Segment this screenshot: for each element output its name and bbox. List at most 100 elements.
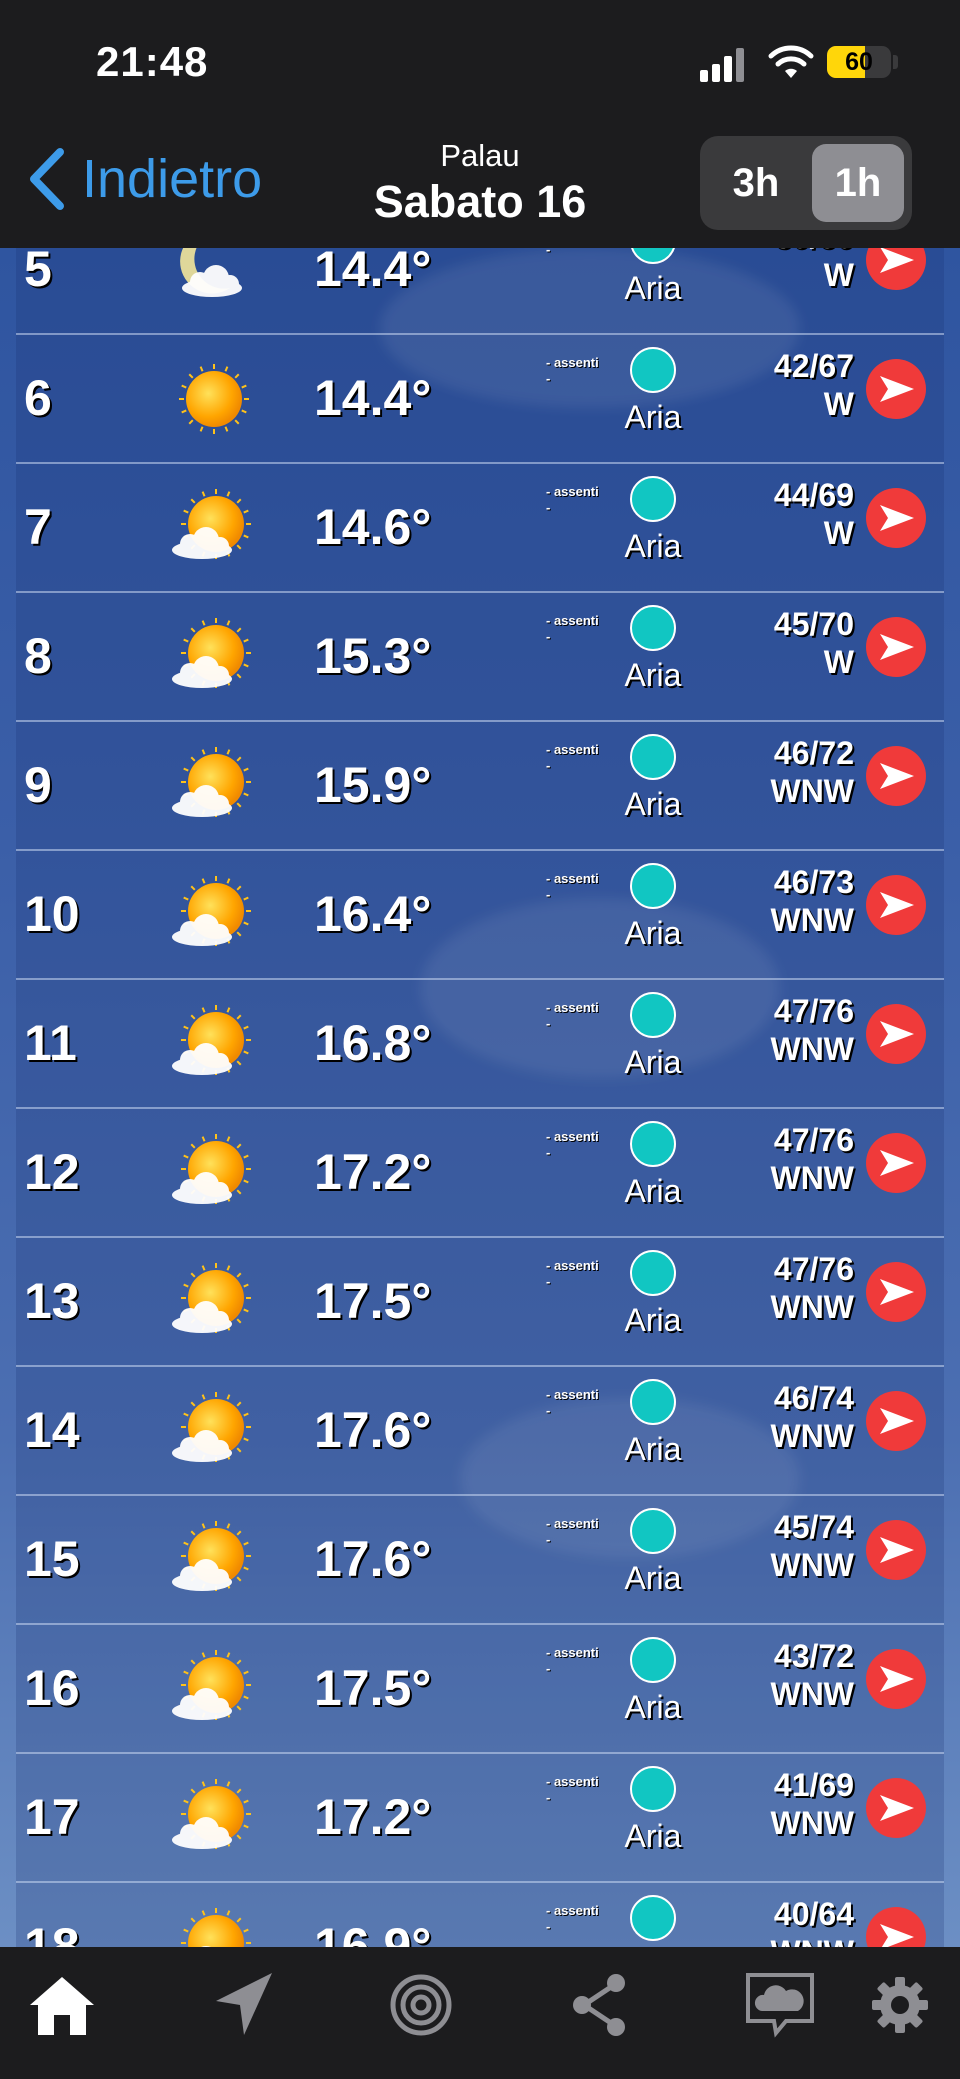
air-quality-dot[interactable] [630,992,676,1038]
precipitation-label: - assenti [546,1903,599,1918]
hour-row[interactable]: 14 17.6° - assenti - Aria 46/74 WNW [16,1367,944,1496]
wind-direction-button[interactable] [866,1520,926,1580]
temperature: 17.6° [314,1402,432,1458]
air-quality-dot[interactable] [630,1250,676,1296]
wind-speed: 39/59 [774,248,854,256]
hour-row[interactable]: 12 17.2° - assenti - Aria 47/76 WNW [16,1109,944,1238]
wind-speed: 46/72 [773,735,854,771]
wind-speed: 41/69 [773,1767,854,1803]
wind-arrow-icon [880,1150,914,1176]
hour-row[interactable]: 11 16.8° - assenti - Aria 47/76 WNW [16,980,944,1109]
precipitation: - assenti - [546,248,599,258]
tab-settings[interactable] [860,1965,940,2045]
wind-speed: 46/74 [773,1380,854,1416]
hour-row[interactable]: 15 17.6° - assenti - Aria 45/74 WNW [16,1496,944,1625]
back-button[interactable]: Indietro [24,144,262,214]
air-quality-dot[interactable] [630,1508,676,1554]
hour-row[interactable]: 8 15.3° - assenti - Aria 45/70 W [16,593,944,722]
air-quality-dot[interactable] [630,1379,676,1425]
wind-direction-button[interactable] [866,488,926,548]
wind-arrow-icon [880,763,914,789]
battery-tip [893,55,898,69]
precipitation-amount: - [546,1919,551,1934]
hour-label: 10 [24,886,80,942]
tab-home[interactable] [22,1965,102,2045]
wind-info: 47/76 WNW [770,1121,854,1197]
hour-row[interactable]: 18 16.9° - assenti - Aria 40/64 WNW [16,1883,944,1947]
wind-info: 47/76 WNW [770,1250,854,1326]
precipitation-amount: - [546,758,551,773]
hour-label: 5 [24,248,52,297]
precipitation-amount: - [546,500,551,515]
wind-speed: 45/74 [773,1509,854,1545]
air-quality-dot[interactable] [630,1637,676,1683]
hour-row[interactable]: 13 17.5° - assenti - Aria 47/76 WNW [16,1238,944,1367]
tab-forecast-chat[interactable] [740,1965,820,2045]
hour-label: 7 [24,499,52,555]
hour-row[interactable]: 17 17.2° - assenti - Aria 41/69 WNW [16,1754,944,1883]
status-bar: 21:48 60 [0,0,960,130]
wind-direction-button[interactable] [866,1133,926,1193]
hour-label: 17 [24,1789,80,1845]
sun-cloud-icon [156,1258,266,1348]
wind-direction: W [823,257,854,293]
air-quality-label: Aria [624,1560,682,1596]
precipitation-label: - assenti [546,355,599,370]
precipitation-label: - assenti [546,1129,599,1144]
air-quality-dot[interactable] [630,347,676,393]
precipitation: - assenti - [546,355,599,387]
precipitation-label: - assenti [546,1774,599,1789]
wind-info: 41/69 WNW [770,1766,854,1842]
air-quality-label: Aria [624,786,682,822]
hour-row[interactable]: 6 14.4° - assenti - Aria 42/67 W [16,335,944,464]
wind-direction-button[interactable] [866,248,926,290]
wind-direction-button[interactable] [866,1907,926,1947]
air-quality-dot[interactable] [630,734,676,780]
wind-direction-button[interactable] [866,875,926,935]
hourly-forecast-list[interactable]: 5 14.4° - assenti - Aria 39/59 W 6 [0,248,960,1947]
tab-radar[interactable] [381,1965,461,2045]
temperature: 16.9° [314,1918,432,1947]
tab-share[interactable] [560,1965,640,2045]
precipitation-label: - assenti [546,1000,599,1015]
wind-direction-button[interactable] [866,1649,926,1709]
sun-icon [156,355,266,445]
air-quality-label: Aria [624,399,682,435]
air-quality-dot[interactable] [630,248,676,264]
sun-cloud-icon [156,1387,266,1477]
air-quality-label: Aria [624,1689,682,1725]
wind-direction-button[interactable] [866,1778,926,1838]
air-quality-dot[interactable] [630,1121,676,1167]
toggle-1h[interactable]: 1h [812,144,904,222]
air-quality-dot[interactable] [630,863,676,909]
air-quality-dot[interactable] [630,1895,676,1941]
wind-direction-button[interactable] [866,359,926,419]
temperature: 17.6° [314,1531,432,1587]
wind-info: 46/73 WNW [770,863,854,939]
hour-row[interactable]: 5 14.4° - assenti - Aria 39/59 W [16,248,944,335]
wind-direction-button[interactable] [866,1391,926,1451]
tab-location[interactable] [202,1965,282,2045]
temperature: 17.5° [314,1273,432,1329]
toggle-3h[interactable]: 3h [710,144,802,222]
air-quality-label: Aria [624,1818,682,1854]
hour-row[interactable]: 9 15.9° - assenti - Aria 46/72 WNW [16,722,944,851]
air-quality-label: Aria [624,915,682,951]
wind-direction: WNW [770,902,854,938]
wind-direction-button[interactable] [866,617,926,677]
hour-row[interactable]: 7 14.6° - assenti - Aria 44/69 W [16,464,944,593]
wind-direction-button[interactable] [866,746,926,806]
wind-direction: WNW [770,1676,854,1712]
sun-cloud-icon [156,1000,266,1090]
hour-row[interactable]: 10 16.4° - assenti - Aria 46/73 WNW [16,851,944,980]
wind-direction-button[interactable] [866,1262,926,1322]
air-quality-dot[interactable] [630,476,676,522]
air-quality-dot[interactable] [630,1766,676,1812]
precipitation: - assenti - [546,1774,599,1806]
wind-arrow-icon [880,376,914,402]
precipitation-label: - assenti [546,484,599,499]
air-quality-dot[interactable] [630,605,676,651]
hour-row[interactable]: 16 17.5° - assenti - Aria 43/72 WNW [16,1625,944,1754]
wind-direction-button[interactable] [866,1004,926,1064]
temperature: 14.6° [314,499,432,555]
